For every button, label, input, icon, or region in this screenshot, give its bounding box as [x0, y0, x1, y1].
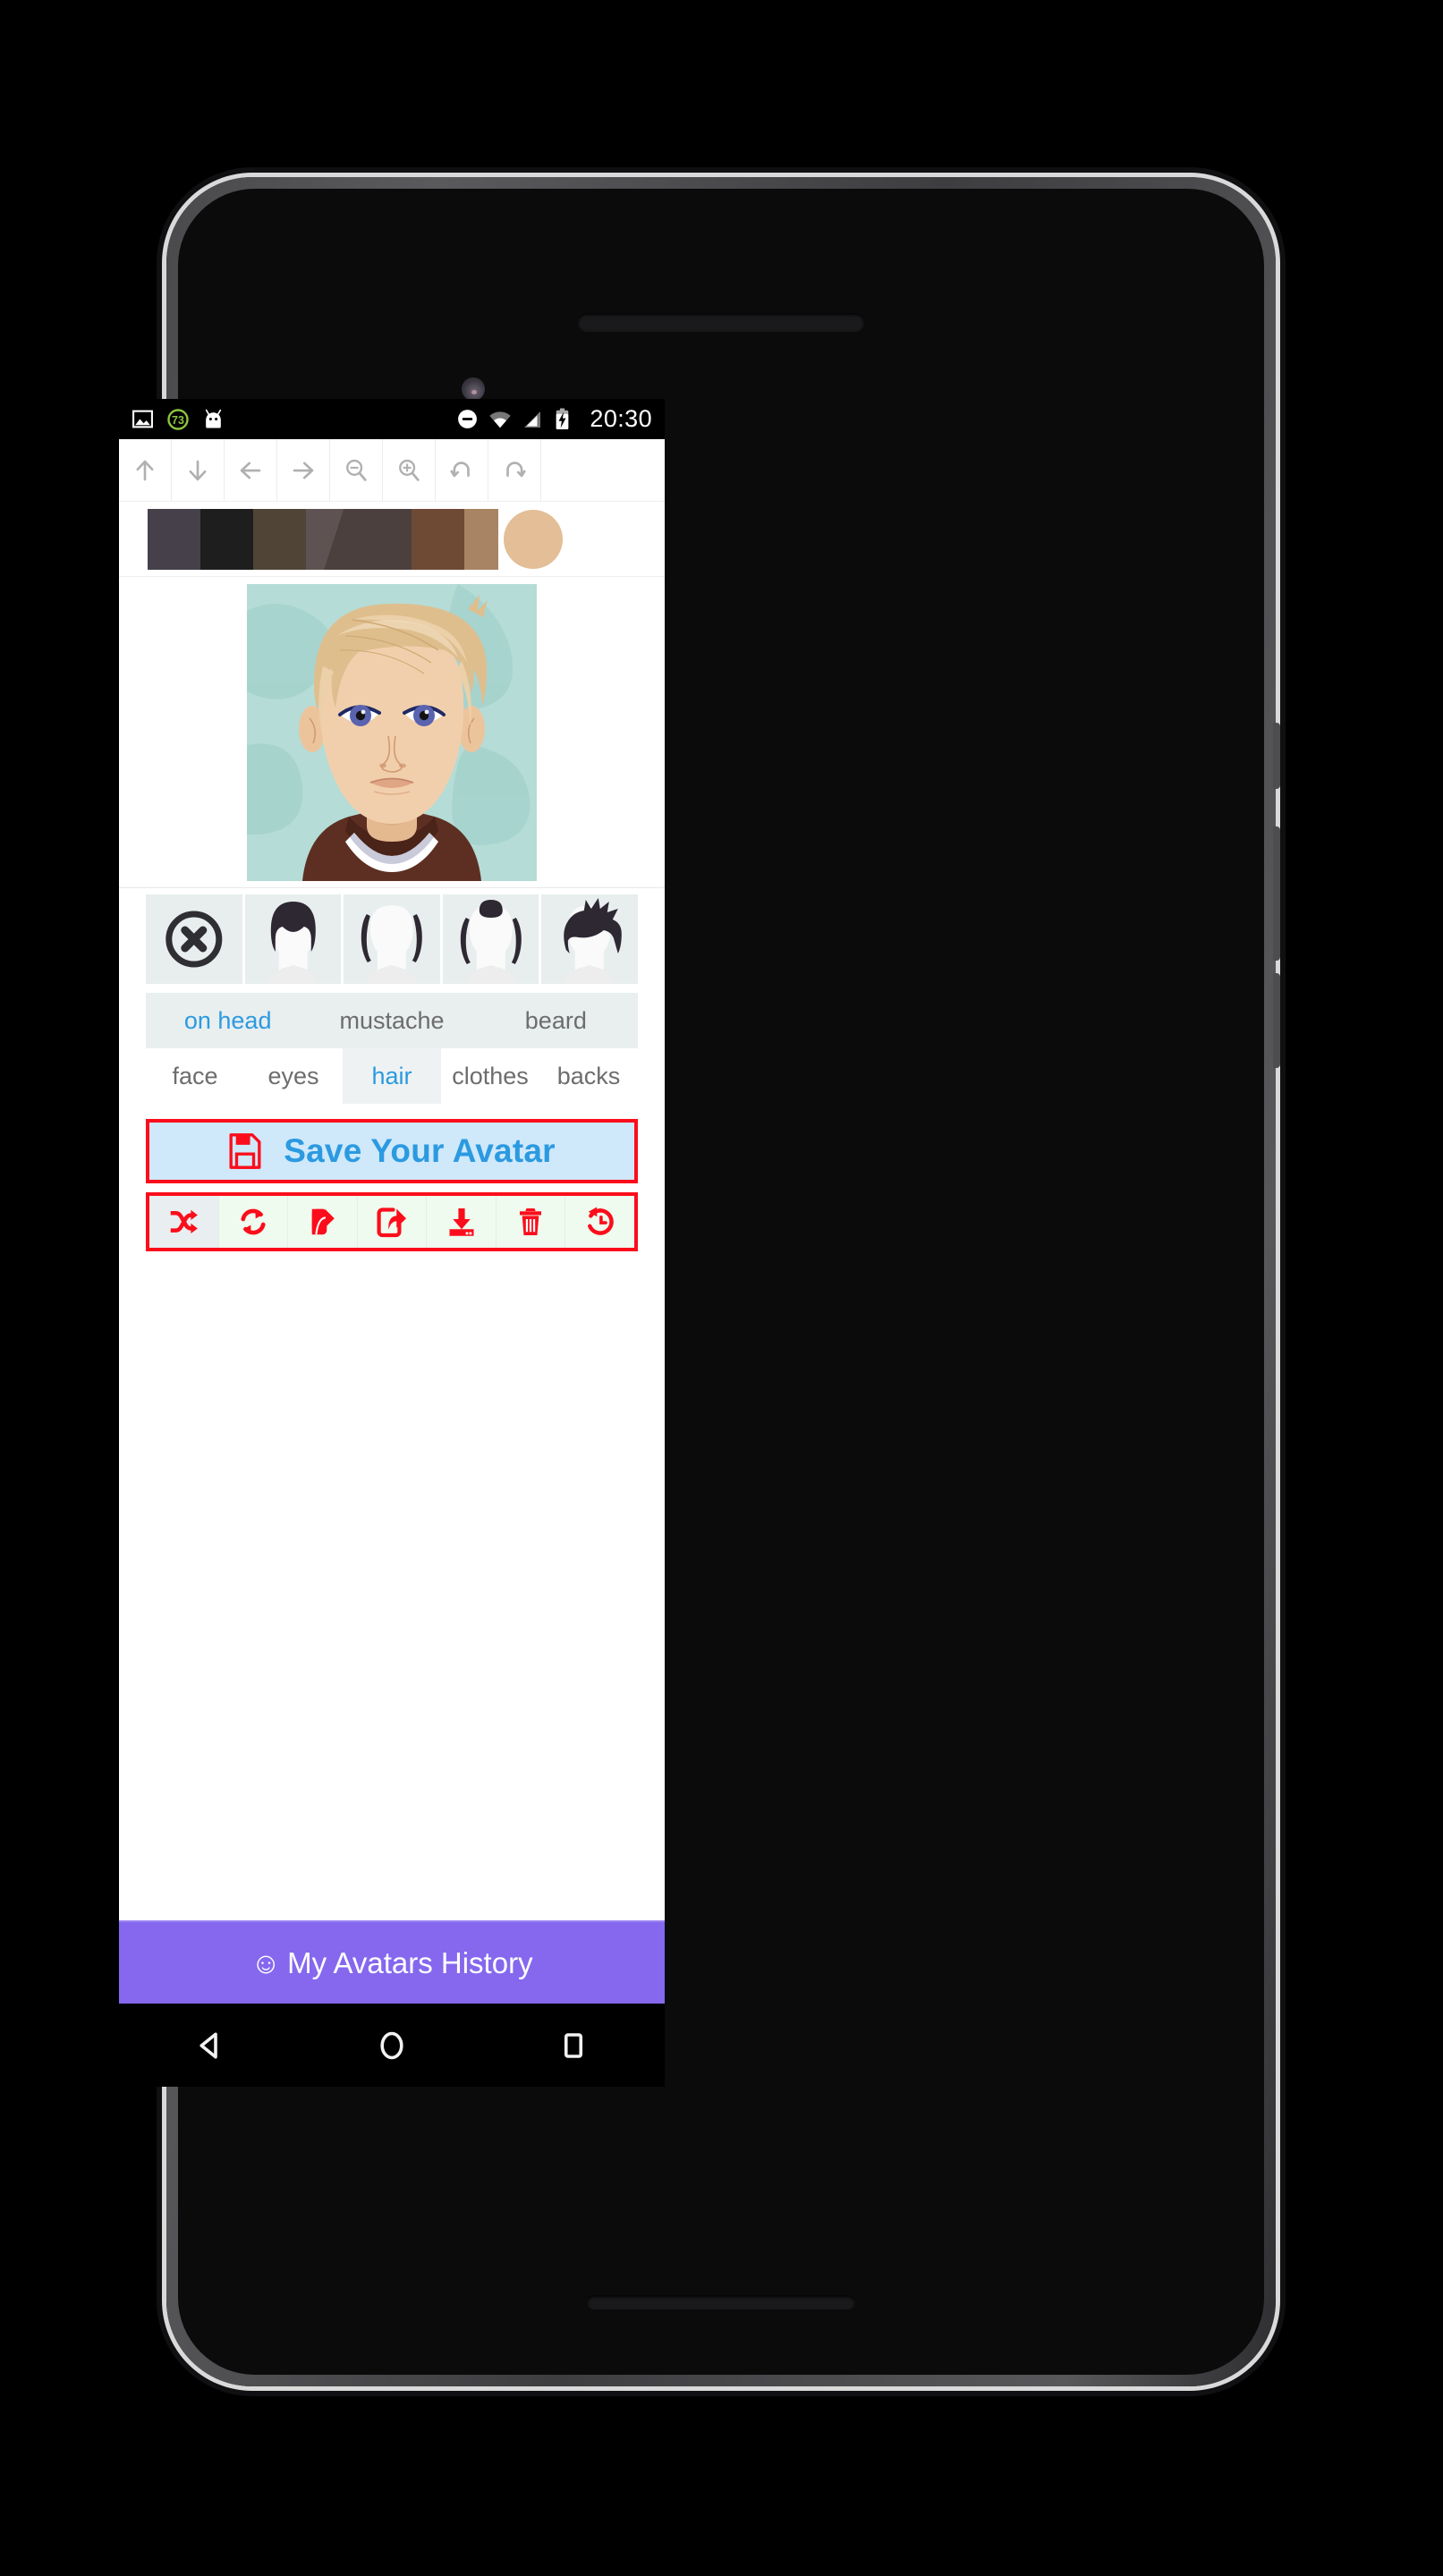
subtab-on-head[interactable]: on head — [146, 993, 310, 1048]
arrow-up-icon — [136, 460, 154, 480]
wifi-icon — [489, 411, 512, 428]
smiley-face-icon: ☺ — [250, 1946, 282, 1979]
avatar-illustration — [247, 583, 537, 881]
tab-hair[interactable]: hair — [343, 1048, 441, 1104]
hair-bald-icon — [361, 905, 422, 984]
download-button[interactable] — [427, 1196, 497, 1248]
avatar-action-toolbar — [146, 1192, 638, 1251]
tab-face[interactable]: face — [146, 1048, 244, 1104]
hair-option-none[interactable] — [146, 894, 242, 984]
tab-eyes[interactable]: eyes — [244, 1048, 343, 1104]
my-avatars-history-label: My Avatars History — [287, 1945, 533, 1979]
save-avatar-button[interactable]: Save Your Avatar — [146, 1119, 638, 1183]
color-swatch-2[interactable] — [200, 508, 253, 570]
my-avatars-history-button[interactable]: ☺ My Avatars History — [119, 1920, 665, 2004]
color-swatch-8-selected[interactable] — [504, 509, 563, 569]
category-tab-bar: face eyes hair clothes backs — [146, 1048, 638, 1104]
floppy-disk-save-icon — [229, 1133, 261, 1169]
camera-glint — [471, 390, 477, 394]
earpiece-speaker — [578, 313, 864, 331]
arrow-left-icon — [240, 462, 261, 479]
share-external-button[interactable] — [358, 1196, 428, 1248]
magnifier-plus-icon — [399, 459, 420, 481]
bottom-speaker-grille — [587, 2295, 855, 2309]
cellular-signal-icon — [524, 411, 541, 428]
hair-tuft-icon — [460, 900, 522, 984]
arrow-right-icon — [293, 462, 314, 479]
subtab-beard[interactable]: beard — [474, 993, 638, 1048]
undo-button[interactable] — [436, 439, 488, 501]
side-button-volume[interactable] — [1273, 826, 1280, 961]
circle-home-icon — [380, 2031, 403, 2059]
tab-clothes[interactable]: clothes — [441, 1048, 539, 1104]
move-left-button[interactable] — [225, 439, 277, 501]
undo-icon — [450, 461, 470, 477]
status-bar-system-icons: 20:30 — [456, 407, 652, 431]
color-swatch-5[interactable] — [359, 508, 412, 570]
save-avatar-label: Save Your Avatar — [284, 1132, 556, 1169]
subtab-mustache[interactable]: mustache — [310, 993, 473, 1048]
avatar-preview-stage — [119, 577, 665, 888]
refresh-cycle-icon — [241, 1208, 266, 1235]
android-recents-button[interactable] — [520, 2004, 627, 2087]
reset-button[interactable] — [219, 1196, 289, 1248]
color-palette-strip — [119, 502, 665, 577]
arrow-down-icon — [189, 460, 207, 480]
status-bar-clock: 20:30 — [590, 405, 652, 432]
hairstyle-thumbnail-row — [119, 888, 665, 990]
hair-option-spiky[interactable] — [541, 894, 638, 984]
restore-button[interactable] — [565, 1196, 634, 1248]
move-down-button[interactable] — [172, 439, 225, 501]
shuffle-icon — [171, 1209, 199, 1234]
color-swatch-1[interactable] — [148, 508, 200, 570]
download-tray-icon — [449, 1208, 474, 1236]
hair-option-bowl[interactable] — [244, 894, 342, 984]
side-button-top[interactable] — [1273, 723, 1280, 789]
triangle-back-icon — [199, 2031, 217, 2059]
trash-icon — [520, 1208, 542, 1235]
tab-backs[interactable]: backs — [539, 1048, 638, 1104]
hair-option-bald[interactable] — [344, 894, 440, 984]
android-status-bar: 73 20:30 — [119, 399, 665, 439]
hair-subtab-bar: on head mustache beard — [146, 993, 638, 1048]
editor-toolbar — [119, 439, 665, 502]
battery-saver-73-icon: 73 — [167, 408, 189, 430]
magnifier-minus-icon — [346, 459, 367, 481]
android-back-button[interactable] — [157, 2004, 264, 2087]
android-navigation-bar — [119, 2004, 665, 2087]
delete-button[interactable] — [497, 1196, 566, 1248]
color-swatch-7[interactable] — [464, 508, 498, 570]
android-home-button[interactable] — [338, 2004, 446, 2087]
redo-icon — [506, 461, 526, 477]
hair-option-tuft[interactable] — [442, 894, 539, 984]
avatar-canvas[interactable] — [247, 583, 537, 881]
share-button[interactable] — [288, 1196, 358, 1248]
move-right-button[interactable] — [277, 439, 330, 501]
do-not-disturb-icon — [458, 410, 478, 428]
side-button-power[interactable] — [1273, 973, 1280, 1068]
image-icon — [132, 410, 153, 428]
color-swatch-6[interactable] — [412, 508, 464, 570]
hair-spiky-icon — [564, 898, 623, 984]
share-outline-icon — [377, 1208, 407, 1238]
status-bar-notification-icons: 73 — [132, 408, 225, 431]
zoom-out-button[interactable] — [330, 439, 383, 501]
hair-bowl-icon — [267, 902, 318, 984]
phone-screen: 73 20:30 on head mustache beard face eye… — [119, 399, 665, 2087]
color-swatch-3[interactable] — [253, 508, 306, 570]
android-head-icon — [205, 409, 222, 428]
zoom-in-button[interactable] — [383, 439, 436, 501]
color-swatch-4[interactable] — [306, 508, 359, 570]
randomize-button[interactable] — [149, 1196, 219, 1248]
redo-button[interactable] — [488, 439, 541, 501]
move-up-button[interactable] — [119, 439, 172, 501]
svg-text:73: 73 — [172, 414, 184, 427]
front-camera-icon — [462, 377, 485, 401]
share-filled-icon — [312, 1208, 335, 1235]
square-recents-icon — [564, 2032, 583, 2058]
history-restore-icon — [587, 1207, 614, 1235]
battery-charging-icon — [556, 408, 569, 429]
x-circle-icon — [166, 911, 223, 968]
